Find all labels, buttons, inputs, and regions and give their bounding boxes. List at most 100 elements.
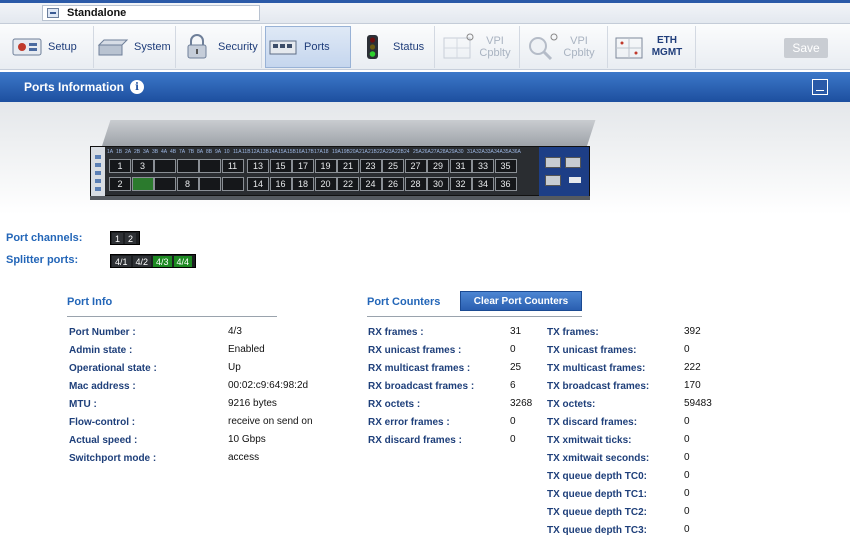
port-header-label: 3B xyxy=(152,149,159,155)
switch-port[interactable]: 21 xyxy=(337,159,359,173)
switch-port[interactable]: 18 xyxy=(292,177,314,191)
port-header-label: 4A xyxy=(161,149,168,155)
minimize-button[interactable] xyxy=(812,79,828,95)
switch-port[interactable]: 28 xyxy=(404,177,427,191)
save-button[interactable]: Save xyxy=(784,38,828,58)
tx-counter-value: 0 xyxy=(684,488,690,499)
switch-port[interactable]: 8 xyxy=(176,177,199,191)
rx-counter-value: 25 xyxy=(510,362,522,373)
switch-port[interactable]: 26 xyxy=(382,177,404,191)
switch-port[interactable]: 14 xyxy=(247,177,269,191)
port-info-value: receive on send on xyxy=(228,416,313,427)
port-info-label: Flow-control : xyxy=(69,417,136,428)
switch-port[interactable]: 22 xyxy=(337,177,359,191)
switch-port[interactable]: 25 xyxy=(382,159,404,173)
switch-port[interactable]: 17 xyxy=(292,159,314,173)
switch-port[interactable]: 31 xyxy=(449,159,472,173)
switch-left-plate xyxy=(91,147,105,197)
port-channel-item[interactable]: 1 xyxy=(112,233,124,244)
port-header-label: 15B xyxy=(287,149,296,155)
switch-port[interactable]: 3 xyxy=(131,159,154,173)
toolbar-status[interactable]: Status xyxy=(355,26,435,68)
mgmt-port-2[interactable] xyxy=(545,175,561,186)
toolbar-vpi-cpblty-2[interactable]: VPI Cpblty xyxy=(524,26,608,68)
port-info-value: 4/3 xyxy=(228,326,242,337)
port-header-label: 22B xyxy=(395,149,404,155)
port-header-label: 9A xyxy=(215,149,222,155)
ports-icon xyxy=(266,33,300,61)
switch-port[interactable]: 13 xyxy=(247,159,269,173)
port-info-label: Actual speed : xyxy=(69,435,138,446)
toolbar-vpi-cpblty-2-label: VPI Cpblty xyxy=(563,35,595,59)
port-channels-list: 1 2 xyxy=(110,231,141,245)
port-info-label: Port Number : xyxy=(69,327,136,338)
tx-counter-label: TX frames: xyxy=(547,327,599,338)
rx-counter-value: 31 xyxy=(510,326,522,337)
switch-port[interactable]: 24 xyxy=(359,177,382,191)
toolbar-security-label: Security xyxy=(218,41,258,53)
switch-port[interactable] xyxy=(199,177,221,191)
switch-port[interactable]: 11 xyxy=(221,159,244,173)
port-channels-label: Port channels: xyxy=(6,232,83,244)
splitter-port-item[interactable]: 4/4 xyxy=(173,256,193,267)
switch-port[interactable] xyxy=(176,159,199,173)
splitter-port-item[interactable]: 4/2 xyxy=(132,256,152,267)
switch-port[interactable]: 35 xyxy=(494,159,517,173)
switch-chassis-bottom xyxy=(90,196,590,200)
splitter-port-item-selected[interactable]: 4/3 xyxy=(153,256,172,267)
tx-counter-label: TX xmitwait ticks: xyxy=(547,435,632,446)
port-channel-item[interactable]: 2 xyxy=(125,233,137,244)
port-info-value: Enabled xyxy=(228,344,265,355)
toolbar-eth-mgmt-label: ETH MGMT xyxy=(651,35,683,58)
port-header-label: 23A xyxy=(386,149,395,155)
splitter-ports-label: Splitter ports: xyxy=(6,254,79,266)
tx-counter-value: 0 xyxy=(684,434,690,445)
mode-selector[interactable]: Standalone xyxy=(42,5,260,21)
switch-port[interactable]: 36 xyxy=(494,177,517,191)
toolbar-setup-label: Setup xyxy=(48,41,77,53)
switch-port[interactable] xyxy=(131,177,154,191)
toolbar-vpi-cpblty-1[interactable]: VPI Cpblty xyxy=(440,26,520,68)
port-counters-divider xyxy=(367,316,582,317)
port-info-value: 10 Gbps xyxy=(228,434,266,445)
switch-port[interactable]: 29 xyxy=(427,159,449,173)
switch-port[interactable]: 34 xyxy=(472,177,494,191)
rx-counter-value: 3268 xyxy=(510,398,533,409)
vpi-magnifier-icon xyxy=(524,33,558,61)
switch-port[interactable]: 32 xyxy=(449,177,472,191)
switch-port[interactable]: 30 xyxy=(427,177,449,191)
toolbar-system[interactable]: System xyxy=(96,26,176,68)
clear-port-counters-button[interactable]: Clear Port Counters xyxy=(460,291,582,311)
rx-counter-label: RX octets : xyxy=(368,399,421,410)
toolbar-setup[interactable]: Setup xyxy=(10,26,94,68)
switch-port[interactable] xyxy=(199,159,221,173)
switch-port[interactable]: 23 xyxy=(359,159,382,173)
port-header-label: 27A xyxy=(431,149,440,155)
port-counters-title: Port Counters xyxy=(367,296,441,308)
toolbar-eth-mgmt[interactable]: ETH MGMT xyxy=(612,26,696,68)
switch-port[interactable] xyxy=(154,159,176,173)
port-header-label: 35A xyxy=(503,149,512,155)
info-icon[interactable]: i xyxy=(130,80,145,94)
port-header-label: 25A xyxy=(413,149,422,155)
port-header-label: 3A xyxy=(143,149,150,155)
switch-port[interactable]: 1 xyxy=(109,159,131,173)
switch-port[interactable]: 20 xyxy=(314,177,337,191)
switch-port[interactable]: 19 xyxy=(314,159,337,173)
console-port[interactable] xyxy=(565,157,581,168)
switch-port[interactable]: 2 xyxy=(109,177,131,191)
toolbar-ports[interactable]: Ports xyxy=(265,26,351,68)
section-title: Ports Information xyxy=(24,80,125,94)
toolbar-security[interactable]: Security xyxy=(180,26,262,68)
tx-counter-label: TX queue depth TC3: xyxy=(547,525,647,536)
mgmt-port-1[interactable] xyxy=(545,157,561,168)
switch-port[interactable] xyxy=(221,177,244,191)
switch-port[interactable] xyxy=(154,177,176,191)
switch-port[interactable]: 33 xyxy=(472,159,494,173)
port-header-label: 11B xyxy=(242,149,251,155)
switch-port[interactable]: 27 xyxy=(404,159,427,173)
splitter-port-item[interactable]: 4/1 xyxy=(112,256,131,267)
switch-port[interactable]: 15 xyxy=(269,159,292,173)
switch-port[interactable]: 16 xyxy=(269,177,292,191)
port-header-label: 15A xyxy=(278,149,287,155)
